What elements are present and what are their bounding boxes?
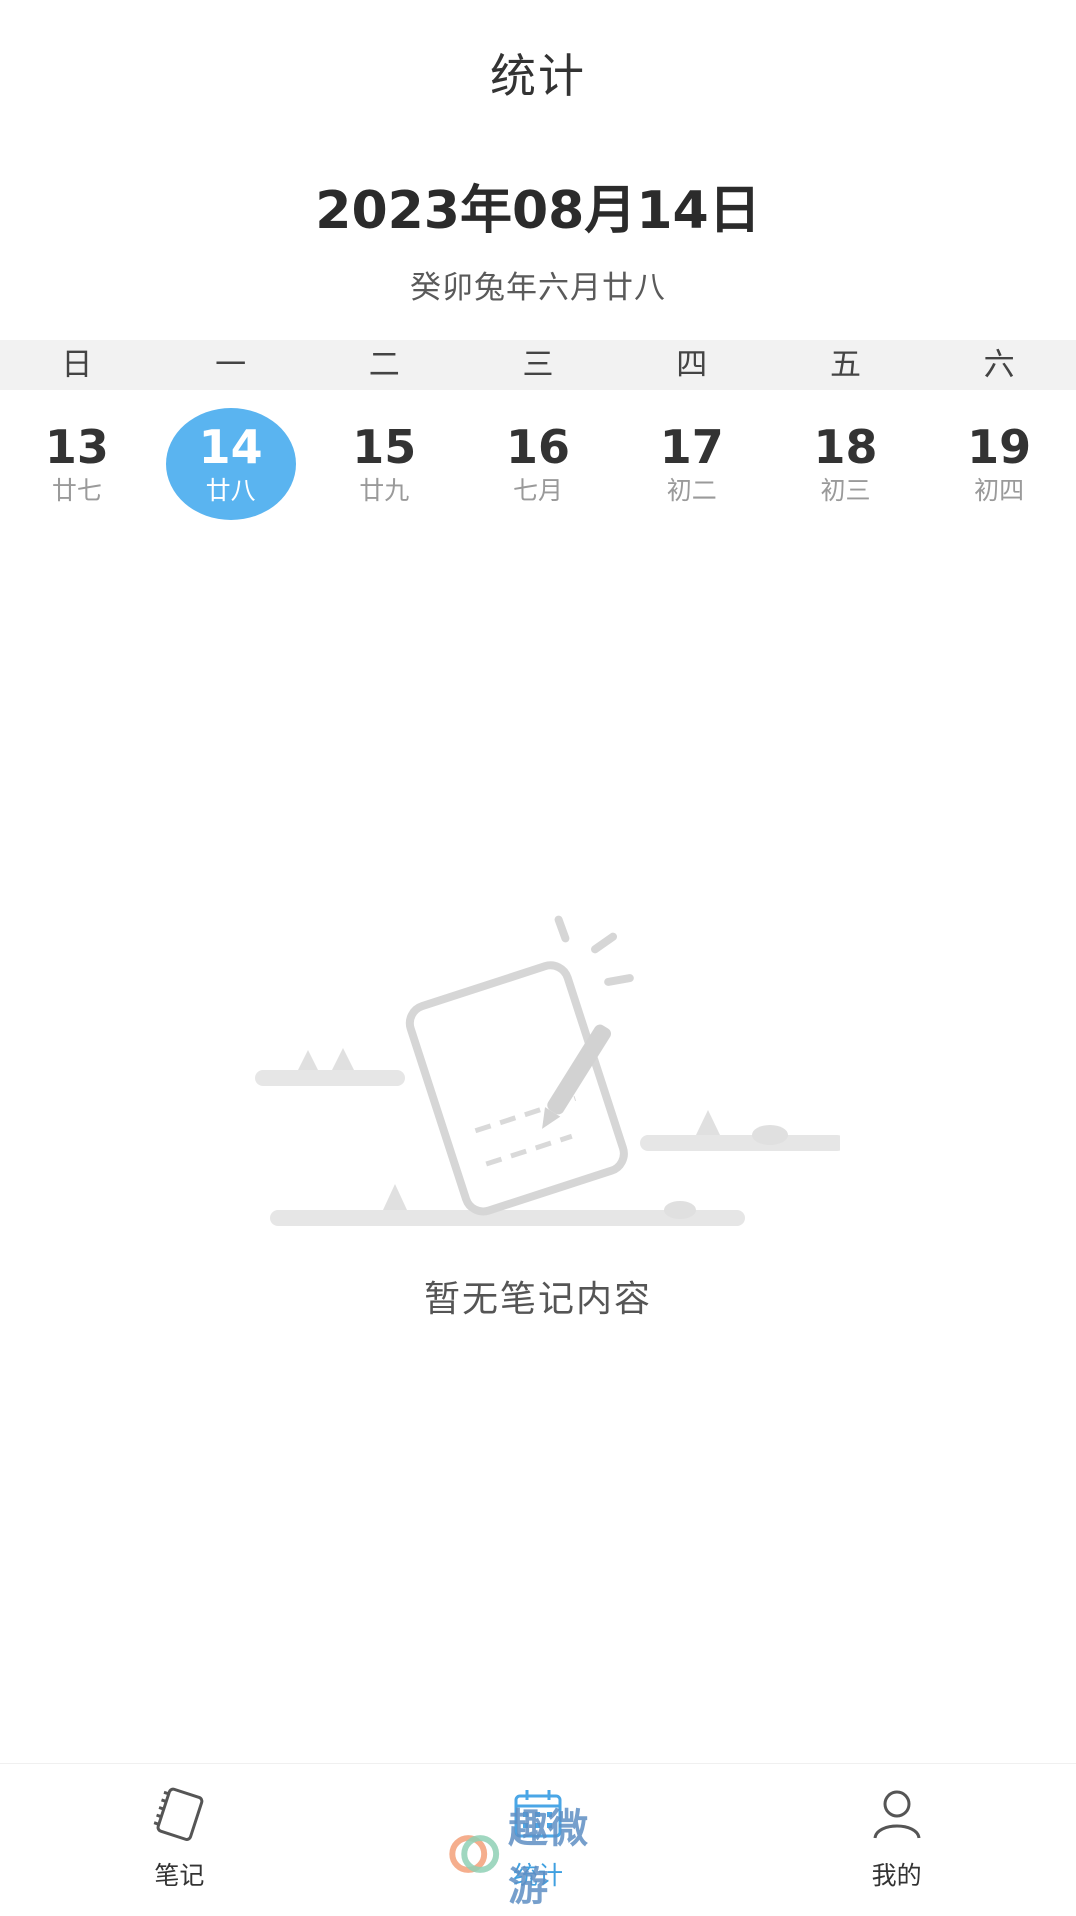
weekday-mon: 一 <box>215 347 247 383</box>
day-lunar-label: 初二 <box>666 476 717 505</box>
calendar-day[interactable]: 17 初二 <box>615 408 769 524</box>
weekday-tue: 二 <box>368 347 400 383</box>
calendar-day[interactable]: 19 初四 <box>922 408 1076 524</box>
week-days-row: 13 廿七 14 廿八 15 廿九 16 七月 17 初二 18 初三 19 初… <box>0 408 1076 524</box>
day-number: 13 <box>44 420 109 474</box>
empty-state-message: 暂无笔记内容 <box>423 1279 652 1320</box>
empty-note-illustration <box>240 910 845 1240</box>
weekday-sat: 六 <box>983 347 1015 383</box>
nav-label-notes: 笔记 <box>154 1861 205 1890</box>
weekday-header: 日 一 二 三 四 五 六 <box>0 340 1076 390</box>
watermark-logo-icon <box>449 1835 500 1873</box>
day-marker: 17 初二 <box>627 408 757 520</box>
weekday-fri: 五 <box>829 347 861 383</box>
weekday-sun: 日 <box>61 347 93 383</box>
day-lunar-label: 七月 <box>513 476 564 505</box>
day-marker: 13 廿七 <box>12 408 142 520</box>
day-lunar-label: 初三 <box>820 476 871 505</box>
nav-label-profile: 我的 <box>871 1861 922 1890</box>
calendar-day[interactable]: 16 七月 <box>461 408 615 524</box>
nav-tab-profile[interactable]: 我的 <box>717 1764 1076 1916</box>
day-lunar-label: 初四 <box>974 476 1025 505</box>
day-number: 19 <box>967 420 1032 474</box>
calendar-day-selected[interactable]: 14 廿八 <box>154 408 308 524</box>
calendar-day[interactable]: 13 廿七 <box>0 408 154 524</box>
calendar-day[interactable]: 15 廿九 <box>307 408 461 524</box>
selected-day-marker: 14 廿八 <box>165 408 296 520</box>
page-title: 统计 <box>490 49 586 103</box>
nav-tab-notes[interactable]: 笔记 <box>0 1764 359 1916</box>
nav-tab-statistics[interactable]: 统计 趣微游 <box>359 1764 718 1916</box>
day-lunar-label: 廿八 <box>205 476 256 505</box>
weekday-wed: 三 <box>522 347 554 383</box>
day-marker: 15 廿九 <box>319 408 449 520</box>
day-number: 17 <box>659 420 724 474</box>
watermark: 趣微游 <box>448 1796 627 1912</box>
watermark-text: 趣微游 <box>508 1806 589 1910</box>
day-number: 18 <box>813 420 878 474</box>
day-lunar-label: 廿七 <box>51 476 102 505</box>
selected-date-title: 2023年08月14日 <box>315 181 761 241</box>
empty-note-icon <box>255 915 845 1226</box>
day-number: 14 <box>198 420 263 474</box>
lunar-date: 癸卯兔年六月廿八 <box>410 270 666 306</box>
day-marker: 16 七月 <box>473 408 603 520</box>
bottom-navigation: 笔记 统计 趣微游 我的 <box>0 1763 1076 1916</box>
calendar-day[interactable]: 18 初三 <box>769 408 923 524</box>
day-marker: 19 初四 <box>934 408 1064 520</box>
notebook-icon <box>153 1787 204 1841</box>
person-icon <box>873 1790 921 1839</box>
day-number: 15 <box>352 420 417 474</box>
weekday-thu: 四 <box>676 347 708 383</box>
day-marker: 18 初三 <box>780 408 910 520</box>
day-number: 16 <box>506 420 571 474</box>
day-lunar-label: 廿九 <box>359 476 410 505</box>
